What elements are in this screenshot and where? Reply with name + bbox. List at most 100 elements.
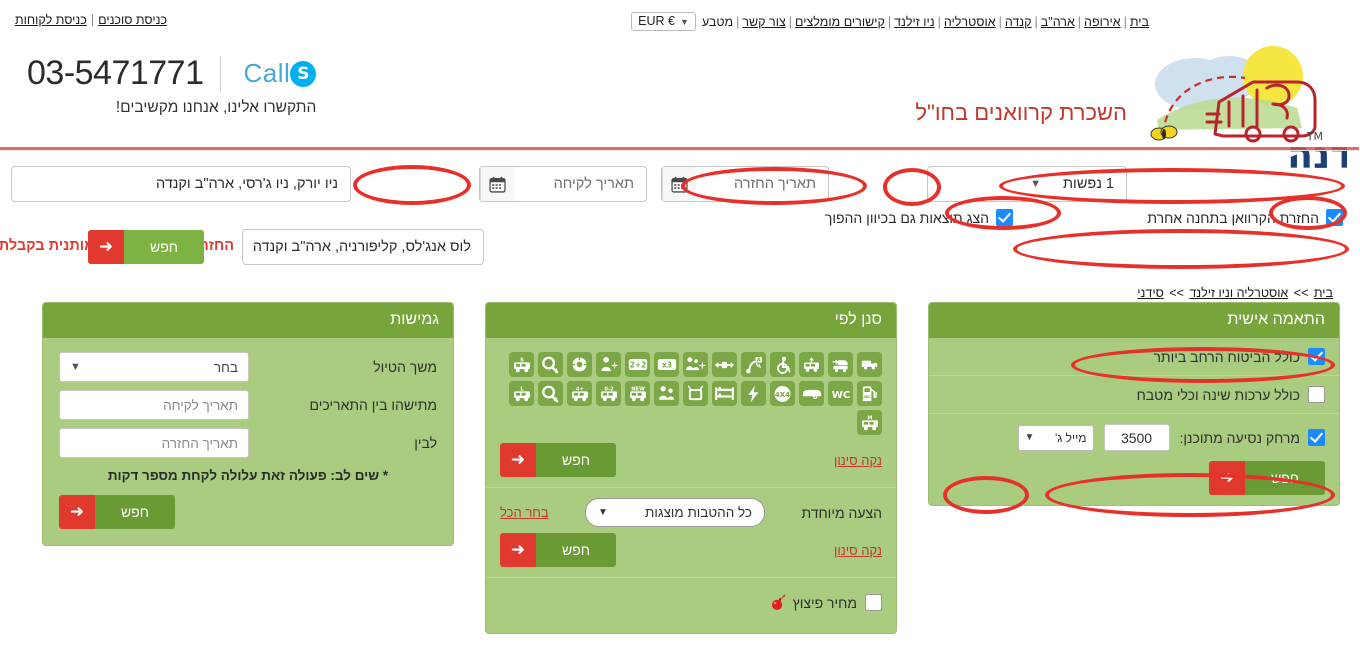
search-button-label: חפש: [125, 230, 205, 264]
breadcrumb-item-city[interactable]: סידני: [1138, 286, 1164, 300]
magnifier-c-icon[interactable]: C: [539, 381, 564, 406]
family-plus-icon[interactable]: +: [684, 352, 709, 377]
search-button-label: חפש: [96, 495, 176, 529]
agents-login-link[interactable]: כניסת סוכנים: [99, 13, 168, 27]
breadcrumb-item-region[interactable]: אוסטרליה וניו זילנד: [1190, 286, 1289, 300]
checkbox-return-other-station[interactable]: החזרת הקרוואן בתחנה אחרת: [1148, 209, 1344, 226]
clear-filter-link-2[interactable]: נקה סינון: [835, 543, 883, 558]
return-date-input[interactable]: תאריך החזרה: [662, 166, 830, 202]
svg-text:+: +: [700, 360, 707, 371]
dropoff-location-input[interactable]: לוס אנג'לס, קליפורניה, ארה"ב וקנדה: [243, 229, 485, 265]
shower-auto-icon[interactable]: A: [742, 352, 767, 377]
nav-item-home[interactable]: בית: [1131, 15, 1150, 29]
wheelchair-icon[interactable]: [771, 352, 796, 377]
arrow-left-icon: ➜: [1210, 461, 1247, 495]
nav-item-australia[interactable]: אוסטרליה: [945, 15, 997, 29]
motorhome-height-icon[interactable]: [800, 352, 825, 377]
van-l-icon[interactable]: L: [510, 381, 535, 406]
trailer-icon[interactable]: [800, 381, 825, 406]
flex-pickup-date-input[interactable]: תאריך לקיחה: [60, 390, 250, 420]
four-by-four-icon[interactable]: 4X4: [771, 381, 796, 406]
between-dates-label: מתישהו בין התאריכים: [310, 397, 438, 413]
van-new-icon[interactable]: NEW: [626, 381, 651, 406]
checkbox-box[interactable]: [1309, 348, 1326, 365]
logo-artwork: בנדנה TM: [1151, 46, 1360, 177]
chevron-down-icon: ▼: [71, 361, 82, 373]
personal-search-button[interactable]: חפש ➜: [1210, 461, 1326, 495]
chevron-down-icon: ▼: [680, 17, 690, 27]
currency-select[interactable]: EUR € ▼: [632, 12, 697, 31]
svg-text:+: +: [612, 360, 619, 371]
motorhome-arrow-icon[interactable]: [829, 352, 854, 377]
gas-pump-icon[interactable]: ABC: [858, 381, 883, 406]
filter-actions: נקה סינון חפש ➜: [501, 443, 883, 477]
panel-flexibility: גמישות משך הטיול בחר ▼ מתישהו בין התאריכ…: [43, 302, 455, 546]
nav-item-usa[interactable]: ארה"ב: [1042, 15, 1076, 29]
flexibility-search-button[interactable]: חפש ➜: [60, 495, 176, 529]
van-plus4-icon[interactable]: +4: [568, 381, 593, 406]
search-button-label: חפש: [537, 533, 617, 567]
capacity-x3-icon[interactable]: x3: [655, 352, 680, 377]
trip-length-select[interactable]: בחר ▼: [60, 352, 250, 382]
distance-value-input[interactable]: 3500: [1104, 424, 1171, 451]
nav-sep: |: [1035, 14, 1039, 29]
checkbox-blast-price[interactable]: מחיר פיצוץ: [501, 594, 883, 611]
checkbox-box[interactable]: [997, 209, 1014, 226]
checkbox-widest-insurance[interactable]: כולל הביטוח הרחב ביותר: [944, 348, 1326, 365]
checkbox-box[interactable]: [866, 594, 883, 611]
pickup-location-value: ניו יורק, ניו ג'רסי, ארה"ב וקנדה: [156, 176, 339, 192]
bed-width-icon[interactable]: [713, 352, 738, 377]
checkbox-show-reverse-results[interactable]: הצג תוצאות גם בכיוון ההפוך: [826, 209, 1014, 226]
skype-icon[interactable]: S: [291, 60, 318, 87]
special-offer-search-button[interactable]: חפש ➜: [501, 533, 617, 567]
top-bar: כניסת סוכנים|כניסת לקוחות בית|אירופה|ארה…: [0, 0, 1360, 34]
nav-item-recommended-links[interactable]: קישורים מומלצים: [796, 15, 886, 29]
skype-call-label[interactable]: Call: [245, 58, 292, 89]
flex-return-date-input[interactable]: תאריך החזרה: [60, 428, 250, 458]
pickup-date-input[interactable]: תאריך לקיחה: [480, 166, 648, 202]
magnifier-y-icon[interactable]: Y: [539, 352, 564, 377]
bunk-bed-icon[interactable]: [713, 381, 738, 406]
dropoff-location-value: לוס אנג'לס, קליפורניה, ארה"ב וקנדה: [253, 239, 472, 255]
nav-sep: |: [1078, 14, 1083, 29]
people-count-select[interactable]: 1 נפשות ▼: [928, 166, 1128, 202]
calendar-icon[interactable]: [481, 167, 515, 201]
search-button[interactable]: חפש ➜: [89, 230, 205, 264]
nav-item-newzealand[interactable]: ניו זילנד: [895, 15, 936, 29]
family-icon[interactable]: [655, 381, 680, 406]
checkbox-bedding-kitchen[interactable]: כולל ערכות שינה וכלי מטבח: [944, 386, 1326, 403]
calendar-icon[interactable]: [663, 167, 697, 201]
steering-wheel-icon[interactable]: [568, 352, 593, 377]
special-offer-select[interactable]: כל ההטבות מוצגות ▼: [586, 498, 767, 527]
wc-icon[interactable]: WC: [829, 381, 854, 406]
electricity-icon[interactable]: [742, 381, 767, 406]
customers-login-link[interactable]: כניסת לקוחות: [16, 13, 88, 27]
nav-item-europe[interactable]: אירופה: [1085, 15, 1122, 29]
tv-icon[interactable]: [684, 381, 709, 406]
van-m-icon[interactable]: M: [858, 410, 883, 435]
svg-text:Y: Y: [554, 368, 560, 374]
nav-item-contact[interactable]: צור קשר: [743, 15, 786, 29]
nav-item-canada[interactable]: קנדה: [1006, 15, 1033, 29]
clear-filter-link[interactable]: נקה סינון: [835, 453, 883, 468]
checkbox-box[interactable]: [1309, 386, 1326, 403]
breadcrumb-separator: >>: [1294, 286, 1310, 300]
van-s-icon[interactable]: S: [510, 352, 535, 377]
header-rule-light: [0, 150, 1360, 151]
filter-search-button[interactable]: חפש ➜: [501, 443, 617, 477]
pickup-location-input[interactable]: ניו יורק, ניו ג'רסי, ארה"ב וקנדה: [12, 166, 352, 202]
capacity-2plus2-icon[interactable]: 2+2: [626, 352, 651, 377]
van-0-2-icon[interactable]: 0-2: [597, 381, 622, 406]
breadcrumb-item-home[interactable]: בית: [1315, 286, 1334, 300]
panel-title: התאמה אישית: [930, 303, 1340, 338]
arrow-left-icon: ➜: [501, 443, 537, 477]
select-all-link[interactable]: בחר הכל: [501, 505, 550, 520]
site-logo[interactable]: בנדנה TM: [1138, 42, 1360, 177]
distance-unit-select[interactable]: מייל ג' ▼: [1018, 424, 1095, 451]
campervan-icon[interactable]: [858, 352, 883, 377]
main-nav: בית|אירופה|ארה"ב|קנדה|אוסטרליה|ניו זילנד…: [632, 12, 1150, 32]
checkbox-box[interactable]: [1309, 429, 1326, 446]
person-plus-icon[interactable]: +: [597, 352, 622, 377]
checkbox-label: החזרת הקרוואן בתחנה אחרת: [1148, 209, 1320, 226]
checkbox-box[interactable]: [1327, 209, 1344, 226]
